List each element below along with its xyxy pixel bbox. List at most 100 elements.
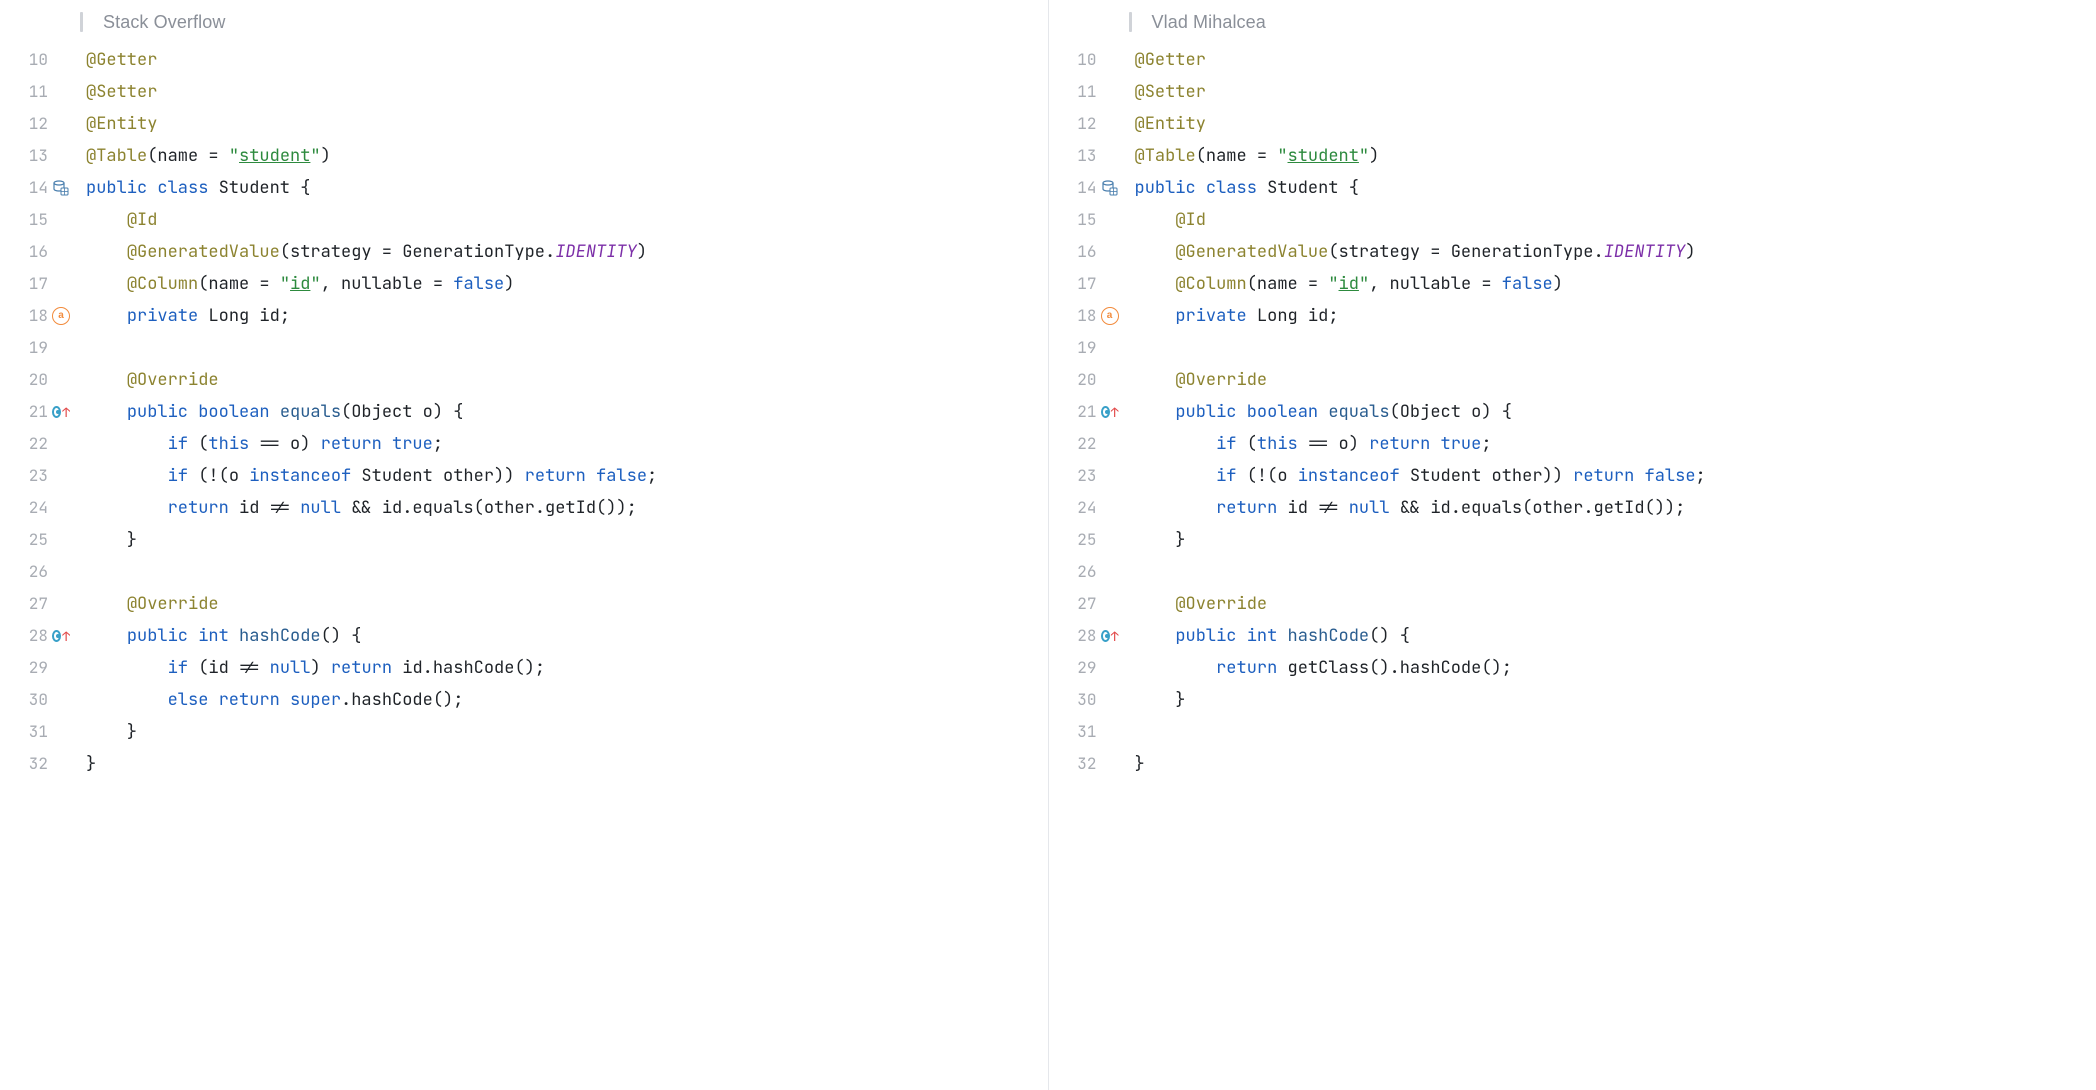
gutter[interactable]: 31 [1049, 716, 1129, 748]
code-content[interactable]: } [1129, 748, 2096, 780]
gutter[interactable]: 13 [1049, 140, 1129, 172]
code-content[interactable]: private Long id; [80, 300, 1048, 332]
code-line[interactable]: 27 @Override [0, 588, 1048, 620]
code-line[interactable]: 18a private Long id; [0, 300, 1048, 332]
code-content[interactable]: private Long id; [1129, 300, 2096, 332]
code-content[interactable]: if (this == o) return true; [1129, 428, 2096, 460]
gutter[interactable]: 26 [1049, 556, 1129, 588]
code-line[interactable]: 32} [0, 748, 1048, 780]
code-content[interactable]: @Setter [1129, 76, 2096, 108]
code-line[interactable]: 14public class Student { [0, 172, 1048, 204]
code-line[interactable]: 22 if (this == o) return true; [0, 428, 1048, 460]
code-content[interactable]: } [80, 716, 1048, 748]
gutter[interactable]: 14 [0, 172, 80, 204]
gutter[interactable]: 24 [0, 492, 80, 524]
code-content[interactable]: if (id != null) return id.hashCode(); [80, 652, 1048, 684]
code-line[interactable]: 28↑ public int hashCode() { [0, 620, 1048, 652]
gutter[interactable]: 23 [1049, 460, 1129, 492]
gutter[interactable]: 12 [1049, 108, 1129, 140]
code-line[interactable]: 31 } [0, 716, 1048, 748]
gutter[interactable]: 17 [0, 268, 80, 300]
override-method-icon[interactable]: ↑ [1101, 627, 1119, 645]
code-content[interactable]: @Override [80, 588, 1048, 620]
code-line[interactable]: 19 [0, 332, 1048, 364]
code-content[interactable]: @Override [1129, 588, 2096, 620]
code-line[interactable]: 29 return getClass().hashCode(); [1049, 652, 2096, 684]
header-drag-handle-icon[interactable] [1129, 12, 1132, 32]
code-line[interactable]: 12@Entity [0, 108, 1048, 140]
right-pane-header[interactable]: Vlad Mihalcea [1049, 0, 2096, 42]
code-content[interactable]: @Getter [80, 44, 1048, 76]
code-line[interactable]: 11@Setter [0, 76, 1048, 108]
code-line[interactable]: 32} [1049, 748, 2096, 780]
gutter[interactable]: 13 [0, 140, 80, 172]
code-line[interactable]: 25 } [0, 524, 1048, 556]
code-line[interactable]: 19 [1049, 332, 2096, 364]
header-drag-handle-icon[interactable] [80, 12, 83, 32]
code-content[interactable]: @GeneratedValue(strategy = GenerationTyp… [1129, 236, 2096, 268]
code-content[interactable]: public boolean equals(Object o) { [80, 396, 1048, 428]
code-content[interactable]: } [80, 524, 1048, 556]
code-content[interactable]: @Setter [80, 76, 1048, 108]
code-line[interactable]: 26 [0, 556, 1048, 588]
gutter[interactable]: 23 [0, 460, 80, 492]
code-line[interactable]: 29 if (id != null) return id.hashCode(); [0, 652, 1048, 684]
gutter[interactable]: 25 [0, 524, 80, 556]
code-content[interactable]: else return super.hashCode(); [80, 684, 1048, 716]
gutter[interactable]: 29 [1049, 652, 1129, 684]
code-content[interactable]: public int hashCode() { [1129, 620, 2096, 652]
code-line[interactable]: 13@Table(name = "student") [0, 140, 1048, 172]
code-content[interactable]: return id != null && id.equals(other.get… [1129, 492, 2096, 524]
override-method-icon[interactable]: ↑ [52, 403, 70, 421]
gutter[interactable]: 14 [1049, 172, 1129, 204]
code-content[interactable]: @Override [1129, 364, 2096, 396]
code-line[interactable]: 15 @Id [1049, 204, 2096, 236]
code-line[interactable]: 15 @Id [0, 204, 1048, 236]
gutter[interactable]: 27 [0, 588, 80, 620]
code-line[interactable]: 14public class Student { [1049, 172, 2096, 204]
gutter[interactable]: 12 [0, 108, 80, 140]
code-content[interactable]: public class Student { [1129, 172, 2096, 204]
gutter[interactable]: 20 [0, 364, 80, 396]
code-content[interactable]: public int hashCode() { [80, 620, 1048, 652]
gutter[interactable]: 30 [1049, 684, 1129, 716]
override-method-icon[interactable]: ↑ [1101, 403, 1119, 421]
database-table-icon[interactable] [52, 179, 70, 197]
code-content[interactable]: @Column(name = "id", nullable = false) [1129, 268, 2096, 300]
gutter[interactable]: 21↑ [1049, 396, 1129, 428]
gutter[interactable]: 24 [1049, 492, 1129, 524]
gutter[interactable]: 17 [1049, 268, 1129, 300]
code-line[interactable]: 20 @Override [0, 364, 1048, 396]
code-line[interactable]: 23 if (!(o instanceof Student other)) re… [1049, 460, 2096, 492]
code-line[interactable]: 13@Table(name = "student") [1049, 140, 2096, 172]
gutter[interactable]: 30 [0, 684, 80, 716]
code-line[interactable]: 26 [1049, 556, 2096, 588]
code-line[interactable]: 18a private Long id; [1049, 300, 2096, 332]
code-content[interactable]: @Table(name = "student") [1129, 140, 2096, 172]
code-content[interactable]: @Id [1129, 204, 2096, 236]
left-pane-header[interactable]: Stack Overflow [0, 0, 1048, 42]
code-line[interactable]: 11@Setter [1049, 76, 2096, 108]
gutter[interactable]: 28↑ [1049, 620, 1129, 652]
gutter[interactable]: 20 [1049, 364, 1129, 396]
code-content[interactable]: @Override [80, 364, 1048, 396]
code-content[interactable]: public boolean equals(Object o) { [1129, 396, 2096, 428]
code-content[interactable]: public class Student { [80, 172, 1048, 204]
code-line[interactable]: 21↑ public boolean equals(Object o) { [1049, 396, 2096, 428]
gutter[interactable]: 15 [0, 204, 80, 236]
gutter[interactable]: 29 [0, 652, 80, 684]
code-line[interactable]: 16 @GeneratedValue(strategy = Generation… [0, 236, 1048, 268]
gutter[interactable]: 28↑ [0, 620, 80, 652]
gutter[interactable]: 18a [0, 300, 80, 332]
code-content[interactable]: } [80, 748, 1048, 780]
gutter[interactable]: 19 [0, 332, 80, 364]
code-content[interactable]: return id != null && id.equals(other.get… [80, 492, 1048, 524]
code-content[interactable]: @Id [80, 204, 1048, 236]
gutter[interactable]: 32 [1049, 748, 1129, 780]
code-line[interactable]: 31 [1049, 716, 2096, 748]
gutter[interactable]: 16 [0, 236, 80, 268]
gutter[interactable]: 16 [1049, 236, 1129, 268]
gutter[interactable]: 32 [0, 748, 80, 780]
code-content[interactable]: @Table(name = "student") [80, 140, 1048, 172]
code-line[interactable]: 30 else return super.hashCode(); [0, 684, 1048, 716]
